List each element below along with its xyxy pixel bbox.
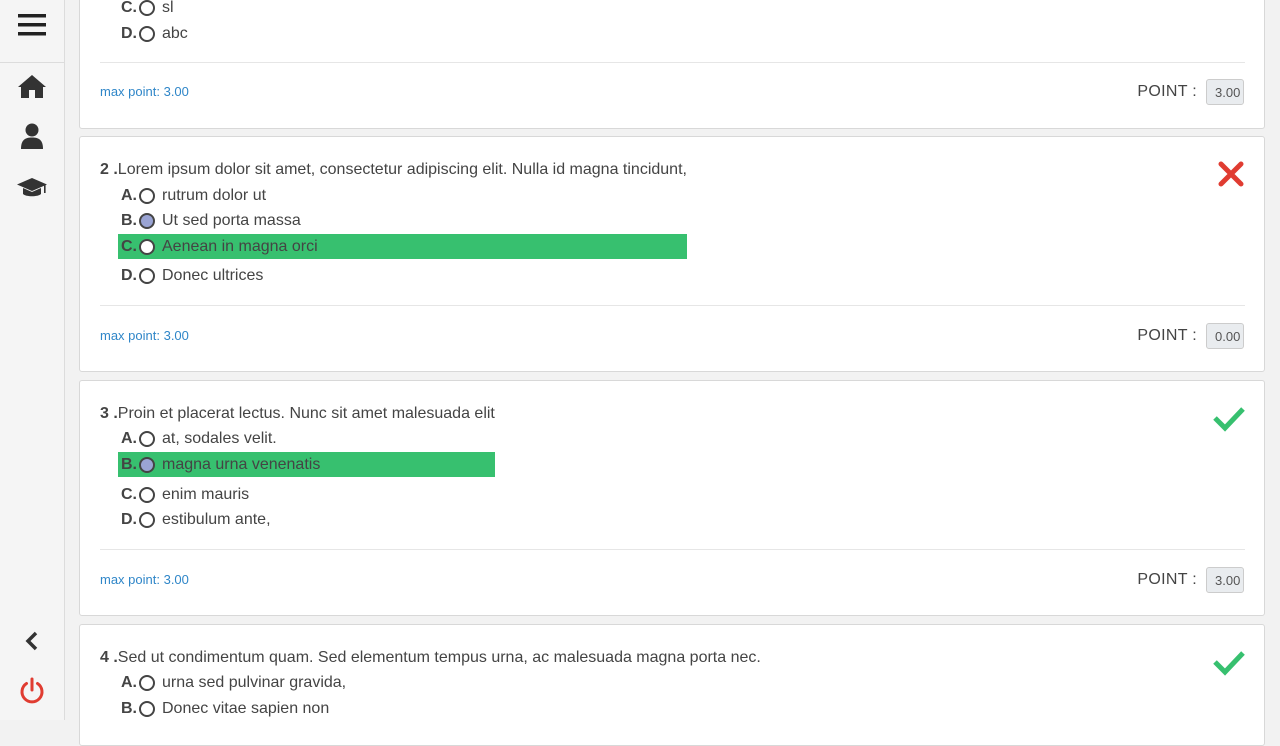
radio-button[interactable] — [139, 187, 155, 204]
menu-button[interactable] — [0, 8, 64, 42]
option-letter: A. — [121, 673, 137, 691]
point-input[interactable]: 3.00 — [1206, 567, 1244, 593]
sidebar-item-profile[interactable] — [0, 120, 64, 152]
question-number: 3 . — [100, 405, 118, 422]
divider — [100, 305, 1245, 306]
option-letter: B. — [121, 699, 137, 717]
answer-option-correct[interactable]: C. Aenean in magna orci — [118, 234, 687, 259]
radio-button-selected[interactable] — [139, 456, 155, 473]
option-letter: C. — [121, 485, 137, 503]
question-number: 4 . — [100, 649, 118, 666]
question-card: C. sl D. abc max point: 3.00 POINT : 3.0… — [79, 0, 1265, 129]
option-text: Aenean in magna orci — [162, 237, 318, 255]
option-letter: A. — [121, 429, 137, 447]
max-point-label: max point: 3.00 — [100, 328, 189, 343]
radio-button[interactable] — [139, 0, 155, 16]
max-point-label: max point: 3.00 — [100, 572, 189, 587]
answer-option[interactable]: B. Donec vitae sapien non — [118, 696, 329, 721]
option-text: Donec ultrices — [162, 266, 264, 284]
answer-option[interactable]: D. abc — [118, 21, 188, 46]
power-icon — [20, 677, 44, 704]
correct-icon — [1213, 407, 1245, 432]
option-letter: D. — [121, 24, 137, 42]
option-text: at, sodales velit. — [162, 429, 277, 447]
option-text: sl — [162, 0, 174, 16]
point-input[interactable]: 0.00 — [1206, 323, 1244, 349]
user-icon — [21, 123, 43, 149]
sidebar — [0, 0, 65, 720]
sidebar-item-home[interactable] — [0, 70, 64, 102]
question-body: Proin et placerat lectus. Nunc sit amet … — [117, 405, 495, 422]
option-text: magna urna venenatis — [162, 455, 321, 473]
sidebar-divider — [0, 62, 64, 63]
collapse-sidebar-button[interactable] — [0, 628, 64, 654]
divider — [100, 62, 1245, 63]
logout-button[interactable] — [0, 676, 64, 706]
answer-option[interactable]: A. at, sodales velit. — [118, 426, 277, 451]
point-label: POINT : — [1137, 571, 1197, 588]
question-card: 3 .Proin et placerat lectus. Nunc sit am… — [79, 380, 1265, 616]
answer-option[interactable]: D. estibulum ante, — [118, 507, 271, 532]
option-letter: D. — [121, 266, 137, 284]
chevron-left-icon — [25, 631, 38, 651]
answer-option[interactable]: D. Donec ultrices — [118, 263, 263, 288]
answer-option[interactable]: C. sl — [118, 0, 174, 20]
answer-option[interactable]: C. enim mauris — [118, 482, 249, 507]
option-letter: C. — [121, 237, 137, 255]
option-text: abc — [162, 24, 188, 42]
question-number: 2 . — [100, 161, 118, 178]
max-point-label: max point: 3.00 — [100, 84, 189, 99]
option-letter: A. — [121, 186, 137, 204]
question-body: Lorem ipsum dolor sit amet, consectetur … — [117, 161, 687, 178]
divider — [100, 549, 1245, 550]
option-letter: D. — [121, 510, 137, 528]
point-input[interactable]: 3.00 — [1206, 79, 1244, 105]
option-letter: B. — [121, 455, 137, 473]
question-text: 2 .Lorem ipsum dolor sit amet, consectet… — [100, 161, 687, 179]
incorrect-icon — [1218, 161, 1244, 187]
radio-button[interactable] — [139, 25, 155, 42]
option-text: estibulum ante, — [162, 510, 271, 528]
question-text: 4 .Sed ut condimentum quam. Sed elementu… — [100, 649, 761, 667]
point-field: POINT : 0.00 — [1137, 323, 1244, 349]
radio-button[interactable] — [139, 700, 155, 717]
correct-icon — [1213, 651, 1245, 676]
answer-option[interactable]: A. urna sed pulvinar gravida, — [118, 670, 346, 695]
option-letter: B. — [121, 211, 137, 229]
radio-button[interactable] — [139, 238, 155, 255]
question-text: 3 .Proin et placerat lectus. Nunc sit am… — [100, 405, 495, 423]
radio-button[interactable] — [139, 486, 155, 503]
answer-option[interactable]: B. Ut sed porta massa — [118, 208, 301, 233]
question-card: 2 .Lorem ipsum dolor sit amet, consectet… — [79, 136, 1265, 372]
option-text: enim mauris — [162, 485, 250, 503]
point-label: POINT : — [1137, 83, 1197, 100]
radio-button[interactable] — [139, 430, 155, 447]
graduation-cap-icon — [17, 178, 47, 197]
home-icon — [18, 75, 46, 98]
radio-button[interactable] — [139, 267, 155, 284]
answer-option[interactable]: A. rutrum dolor ut — [118, 183, 266, 208]
menu-icon — [18, 14, 46, 36]
point-label: POINT : — [1137, 327, 1197, 344]
option-text: urna sed pulvinar gravida, — [162, 673, 347, 691]
point-field: POINT : 3.00 — [1137, 567, 1244, 593]
option-text: Donec vitae sapien non — [162, 699, 330, 717]
radio-button[interactable] — [139, 511, 155, 528]
question-body: Sed ut condimentum quam. Sed elementum t… — [117, 649, 761, 666]
radio-button[interactable] — [139, 674, 155, 691]
option-letter: C. — [121, 0, 137, 16]
radio-button-selected[interactable] — [139, 212, 155, 229]
answer-option-correct[interactable]: B. magna urna venenatis — [118, 452, 495, 477]
point-field: POINT : 3.00 — [1137, 79, 1244, 105]
option-text: Ut sed porta massa — [162, 211, 301, 229]
sidebar-item-courses[interactable] — [0, 172, 64, 202]
option-text: rutrum dolor ut — [162, 186, 267, 204]
question-card: 4 .Sed ut condimentum quam. Sed elementu… — [79, 624, 1265, 746]
